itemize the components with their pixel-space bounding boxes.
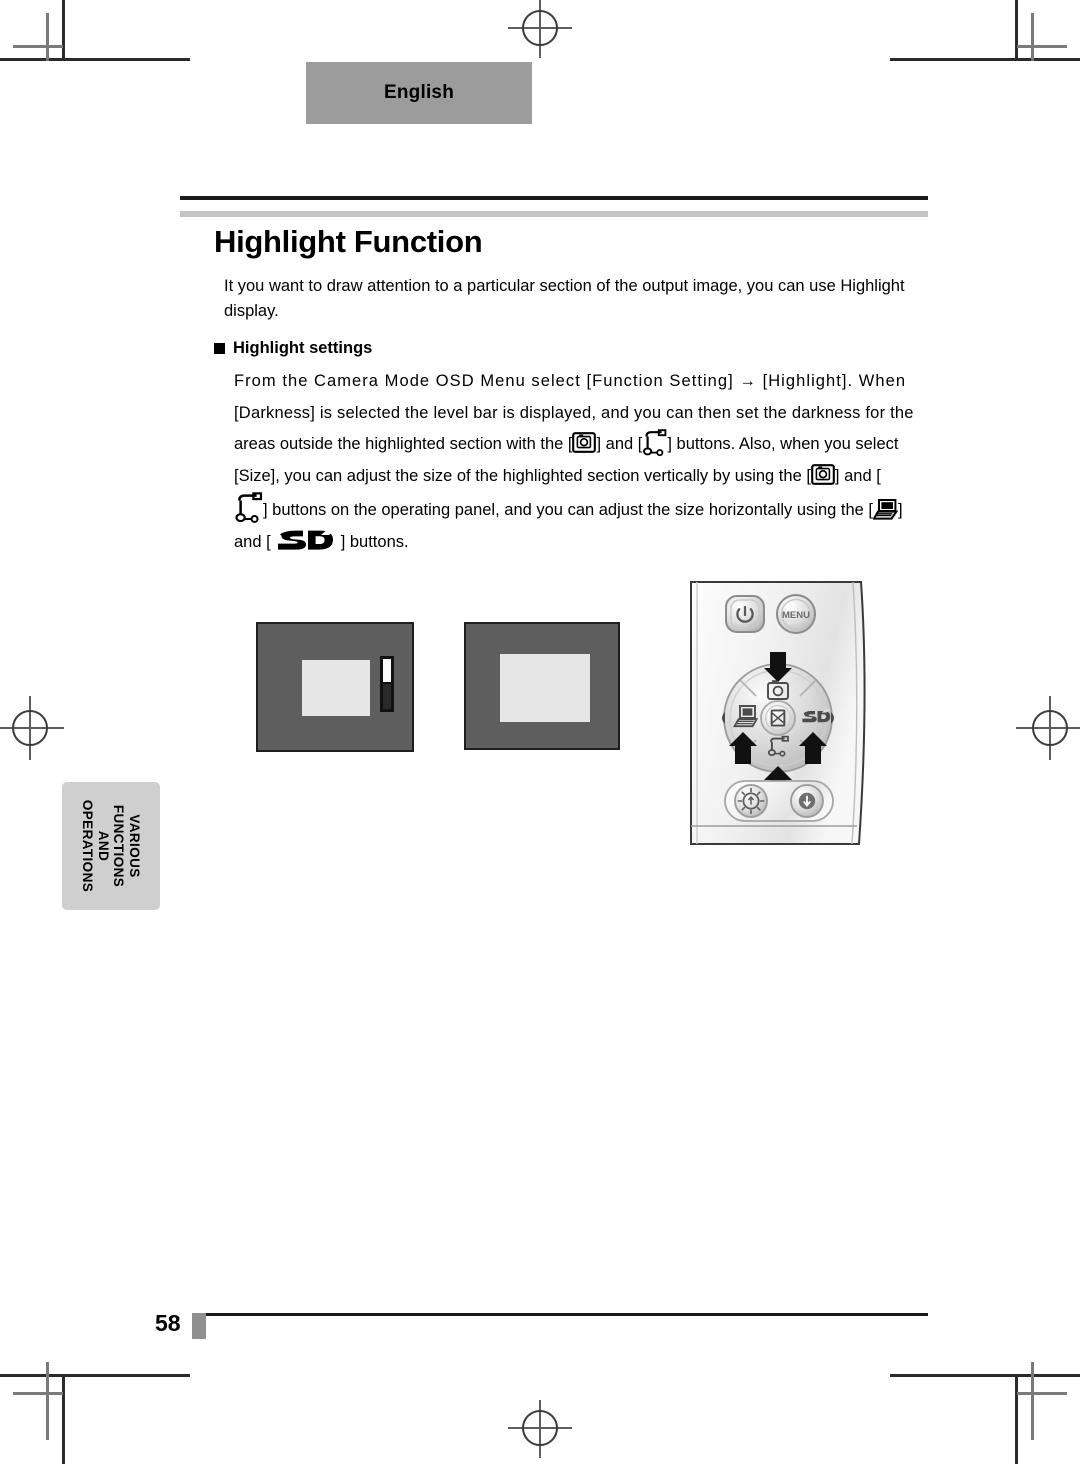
crop-mark-bottom-left: [0, 1344, 190, 1464]
side-tab-line-3: AND: [96, 830, 111, 862]
side-tab-line-4: OPERATIONS: [80, 799, 96, 893]
brightness-button-group: [724, 780, 834, 822]
page-number: 58: [155, 1310, 181, 1336]
side-tab-line-1: VARIOUS: [127, 814, 142, 878]
crop-mark-top-right: [890, 0, 1080, 120]
crop-mark-top-left: [0, 0, 190, 120]
header-rule-gray: [180, 211, 928, 217]
svg-text:MENU: MENU: [782, 610, 810, 621]
size-adjustment-screen: [464, 622, 620, 750]
section-side-tab: VARIOUS FUNCTIONS AND OPERATIONS: [62, 782, 160, 910]
registration-mark-left: [0, 696, 64, 760]
document-camera-icon: [234, 492, 263, 524]
highlighted-section: [500, 654, 590, 722]
body-line-1: From the Camera Mode OSD Menu select [Fu…: [234, 372, 907, 390]
brightness-down-button-shape: [790, 784, 824, 818]
pc-icon: [873, 498, 898, 521]
header-rule-dark: [180, 196, 928, 200]
highlighted-section: [302, 660, 370, 716]
darkness-adjustment-screen: [256, 622, 414, 752]
language-tab: English: [306, 62, 532, 124]
side-tab-line-2: FUNCTIONS: [111, 804, 127, 888]
body-line-4: [Size], you can adjust the size of the h…: [234, 461, 930, 493]
side-tab-text: VARIOUS FUNCTIONS AND OPERATIONS: [80, 799, 143, 893]
dpad-center-button-shape: [760, 700, 796, 736]
body-paragraph: From the Camera Mode OSD Menu select [Fu…: [234, 366, 930, 558]
body-line-2: [Darkness] is selected the level bar is …: [234, 403, 914, 422]
operating-panel-figure: MENU: [683, 578, 873, 848]
menu-button-shape: MENU: [776, 594, 816, 634]
intro-paragraph: It you want to draw attention to a parti…: [224, 277, 905, 320]
level-bar-fill-dark: [383, 682, 391, 709]
body-line-3: areas outside the highlighted section wi…: [234, 429, 930, 461]
body-line-6: and [] buttons.: [234, 527, 930, 559]
camera-icon: [811, 463, 835, 485]
level-bar-fill-light: [383, 659, 391, 682]
brightness-up-button-shape: [734, 784, 768, 818]
registration-mark-bottom: [508, 1400, 572, 1464]
sd-icon: [271, 528, 341, 552]
power-button-shape: [725, 595, 765, 633]
subheading: Highlight settings: [214, 339, 372, 358]
document-camera-icon: [642, 429, 667, 457]
footer-rule: [192, 1313, 928, 1316]
crop-mark-bottom-right: [890, 1344, 1080, 1464]
camera-icon: [572, 432, 597, 453]
square-bullet-icon: [214, 343, 225, 354]
language-tab-label: English: [383, 82, 454, 103]
body-line-5: ] buttons on the operating panel, and yo…: [234, 492, 930, 527]
page-title: Highlight Function: [214, 224, 483, 259]
registration-mark-right: [1016, 696, 1080, 760]
level-bar: [380, 656, 394, 712]
subheading-label: Highlight settings: [233, 339, 373, 357]
registration-mark-top: [508, 0, 572, 58]
footer-accent-block: [192, 1313, 206, 1339]
